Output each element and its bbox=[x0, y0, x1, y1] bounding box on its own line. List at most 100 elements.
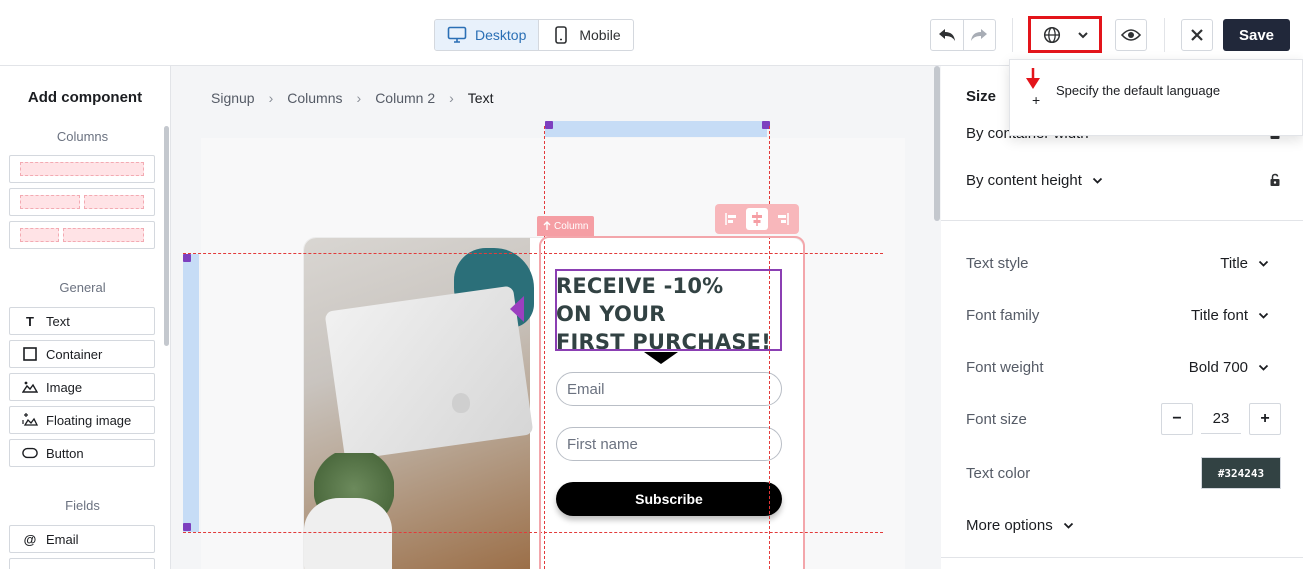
button-icon bbox=[22, 445, 38, 461]
component-text[interactable]: T Text bbox=[9, 307, 155, 335]
font-size-decrease-button[interactable]: − bbox=[1161, 403, 1193, 435]
device-toggle: Desktop Mobile bbox=[434, 19, 634, 51]
font-weight-dropdown[interactable]: Bold 700 bbox=[1189, 359, 1281, 376]
tooltip-text: Specify the default language bbox=[1056, 83, 1221, 98]
component-email-field[interactable]: @ Email bbox=[9, 525, 155, 553]
desktop-button[interactable]: Desktop bbox=[435, 20, 540, 50]
component-button[interactable]: Button bbox=[9, 439, 155, 467]
column-cell bbox=[63, 228, 144, 242]
chevron-down-icon bbox=[1258, 312, 1269, 319]
plus-icon: + bbox=[1032, 92, 1041, 108]
more-options-toggle[interactable]: More options bbox=[966, 517, 1074, 534]
column-cell bbox=[20, 162, 144, 176]
component-image[interactable]: Image bbox=[9, 373, 155, 401]
column-tag-label: Column bbox=[554, 220, 589, 232]
align-center-button[interactable] bbox=[745, 208, 768, 230]
eye-icon bbox=[1121, 29, 1141, 41]
column-layout-1[interactable] bbox=[9, 155, 155, 183]
text-style-dropdown[interactable]: Title bbox=[1220, 255, 1281, 272]
column-cell bbox=[84, 195, 144, 209]
save-button[interactable]: Save bbox=[1223, 19, 1290, 51]
section-divider bbox=[941, 557, 1303, 558]
resize-handle[interactable] bbox=[545, 121, 553, 129]
component-label: Container bbox=[46, 346, 103, 362]
breadcrumb-current: Text bbox=[467, 90, 494, 106]
globe-icon bbox=[1043, 26, 1061, 43]
desktop-icon bbox=[447, 25, 467, 45]
resize-handle[interactable] bbox=[183, 254, 191, 262]
column-layout-2[interactable] bbox=[9, 188, 155, 216]
align-right-icon bbox=[778, 213, 790, 225]
mobile-button[interactable]: Mobile bbox=[539, 20, 632, 50]
font-size-row: Font size − 23 + bbox=[966, 403, 1281, 435]
text-color-row: Text color #324243 bbox=[966, 457, 1281, 489]
language-button[interactable] bbox=[1028, 16, 1102, 53]
section-divider bbox=[941, 220, 1303, 221]
column-tag[interactable]: Column bbox=[537, 216, 595, 236]
font-size-input[interactable]: 23 bbox=[1201, 404, 1241, 434]
height-mode-dropdown[interactable]: By content height bbox=[966, 172, 1103, 189]
mobile-icon bbox=[551, 25, 571, 45]
font-size-increase-button[interactable]: + bbox=[1249, 403, 1281, 435]
align-right-button[interactable] bbox=[771, 208, 793, 230]
font-weight-label: Font weight bbox=[966, 358, 1044, 376]
top-toolbar: Desktop Mobile Save bbox=[0, 0, 1303, 66]
height-mode-row[interactable]: By content height bbox=[966, 165, 1281, 195]
chevron-down-icon bbox=[1258, 260, 1269, 267]
section-general: General bbox=[59, 280, 106, 295]
align-left-icon bbox=[724, 213, 736, 225]
breadcrumb-signup[interactable]: Signup bbox=[211, 90, 255, 106]
unlock-icon[interactable] bbox=[1269, 173, 1281, 187]
caret-down-icon bbox=[644, 352, 678, 364]
alignment-toolbar bbox=[715, 204, 799, 234]
breadcrumb-separator: › bbox=[356, 90, 362, 106]
align-left-button[interactable] bbox=[721, 208, 743, 230]
align-center-icon bbox=[751, 212, 762, 226]
breadcrumb-column-2[interactable]: Column 2 bbox=[375, 90, 435, 106]
close-button[interactable] bbox=[1181, 19, 1213, 51]
chevron-down-icon bbox=[1078, 31, 1088, 38]
resize-strip-top[interactable] bbox=[545, 121, 767, 137]
left-panel-scrollbar[interactable] bbox=[164, 126, 169, 346]
chevron-down-icon bbox=[1258, 364, 1269, 371]
size-title: Size bbox=[966, 88, 997, 105]
component-label: Email bbox=[46, 531, 79, 547]
column-layout-3[interactable] bbox=[9, 221, 155, 249]
font-family-dropdown[interactable]: Title font bbox=[1191, 307, 1281, 324]
column-cell bbox=[20, 195, 80, 209]
redo-button[interactable] bbox=[964, 20, 996, 50]
component-next-field[interactable] bbox=[9, 558, 155, 569]
preview-button[interactable] bbox=[1115, 19, 1147, 51]
resize-strip-left[interactable] bbox=[183, 254, 199, 532]
text-color-label: Text color bbox=[966, 464, 1031, 482]
breadcrumb-columns[interactable]: Columns bbox=[287, 90, 342, 106]
font-weight-value: Bold 700 bbox=[1188, 358, 1248, 376]
text-style-label: Text style bbox=[966, 254, 1029, 272]
image-icon bbox=[22, 379, 38, 395]
breadcrumb-separator: › bbox=[449, 90, 454, 106]
popup-image[interactable] bbox=[304, 238, 534, 569]
undo-button[interactable] bbox=[931, 20, 964, 50]
panel-title: Add component bbox=[27, 89, 143, 106]
height-mode-label: By content height bbox=[966, 171, 1082, 189]
component-container[interactable]: Container bbox=[9, 340, 155, 368]
photo-laptop bbox=[324, 285, 534, 461]
more-options-row[interactable]: More options bbox=[966, 510, 1281, 540]
editor-canvas: Signup › Columns › Column 2 › Text RECEI… bbox=[171, 66, 941, 569]
component-floating-image[interactable]: Floating image bbox=[9, 406, 155, 434]
component-label: Button bbox=[46, 445, 84, 461]
toolbar-divider bbox=[1164, 18, 1165, 52]
resize-handle[interactable] bbox=[183, 523, 191, 531]
column-cell bbox=[20, 228, 60, 242]
drag-handle-left-icon[interactable] bbox=[510, 296, 524, 322]
chevron-down-icon bbox=[1092, 177, 1103, 184]
arrow-up-icon bbox=[543, 221, 551, 230]
text-style-row: Text style Title bbox=[966, 248, 1281, 278]
apple-logo-icon bbox=[452, 393, 470, 413]
font-weight-row: Font weight Bold 700 bbox=[966, 352, 1281, 382]
canvas-scrollbar[interactable] bbox=[934, 66, 940, 221]
chevron-down-icon bbox=[1063, 522, 1073, 529]
text-color-swatch[interactable]: #324243 bbox=[1201, 457, 1281, 489]
selected-text-outline bbox=[555, 269, 782, 351]
redo-icon bbox=[971, 29, 988, 41]
